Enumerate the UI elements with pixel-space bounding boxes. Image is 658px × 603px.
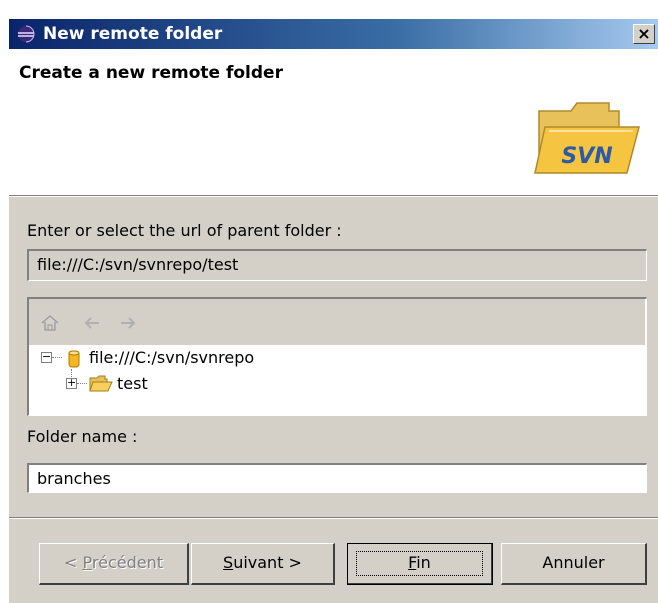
home-icon[interactable] xyxy=(39,313,61,333)
tree-item-test-label: test xyxy=(117,374,148,393)
tree-connector xyxy=(77,383,87,384)
next-button[interactable]: Suivant > xyxy=(191,543,335,585)
focus-ring xyxy=(356,551,483,576)
back-button[interactable]: < Précédent xyxy=(39,543,189,585)
expand-toggle[interactable]: + xyxy=(66,377,77,389)
banner-separator xyxy=(9,195,658,197)
eclipse-app-icon xyxy=(18,25,35,43)
back-button-label: récédent xyxy=(91,553,163,572)
svn-folder-text: SVN xyxy=(561,144,612,169)
banner-title: Create a new remote folder xyxy=(19,63,283,83)
dialog-window: New remote folder × Create a new remote … xyxy=(8,18,658,603)
title-bar[interactable]: New remote folder × xyxy=(9,19,658,49)
button-bar-separator xyxy=(9,517,658,519)
back-button-mnemonic: P xyxy=(82,553,92,572)
tree-item-root[interactable]: − file:///C:/svn/svnrepo xyxy=(29,347,645,371)
svn-folder-icon: SVN xyxy=(534,102,640,174)
back-button-prefix: < xyxy=(64,553,83,572)
cancel-button[interactable]: Annuler xyxy=(501,543,647,585)
finish-button[interactable]: Fin xyxy=(347,543,493,585)
folder-name-label: Folder name : xyxy=(27,427,138,446)
repository-tree-panel: − file:///C:/svn/svnrepo + test xyxy=(27,297,647,416)
tree-item-root-label: file:///C:/svn/svnrepo xyxy=(89,348,255,367)
next-button-mnemonic: S xyxy=(223,553,234,572)
tree-item-test[interactable]: + test xyxy=(29,369,645,397)
open-folder-icon xyxy=(89,375,113,392)
window-title: New remote folder xyxy=(43,24,223,44)
tree-toolbar xyxy=(29,299,645,345)
tree-connector xyxy=(52,357,62,358)
back-arrow-icon[interactable] xyxy=(81,313,103,333)
url-label: Enter or select the url of parent folder… xyxy=(27,221,342,240)
wizard-banner: Create a new remote folder SVN xyxy=(9,49,658,195)
collapse-toggle[interactable]: − xyxy=(41,351,52,363)
close-button[interactable]: × xyxy=(633,24,655,44)
next-button-label: uivant > xyxy=(233,553,302,572)
url-field: file:///C:/svn/svnrepo/test xyxy=(27,249,647,281)
repository-icon xyxy=(68,350,80,368)
folder-name-input[interactable] xyxy=(27,463,647,493)
forward-arrow-icon[interactable] xyxy=(117,313,139,333)
